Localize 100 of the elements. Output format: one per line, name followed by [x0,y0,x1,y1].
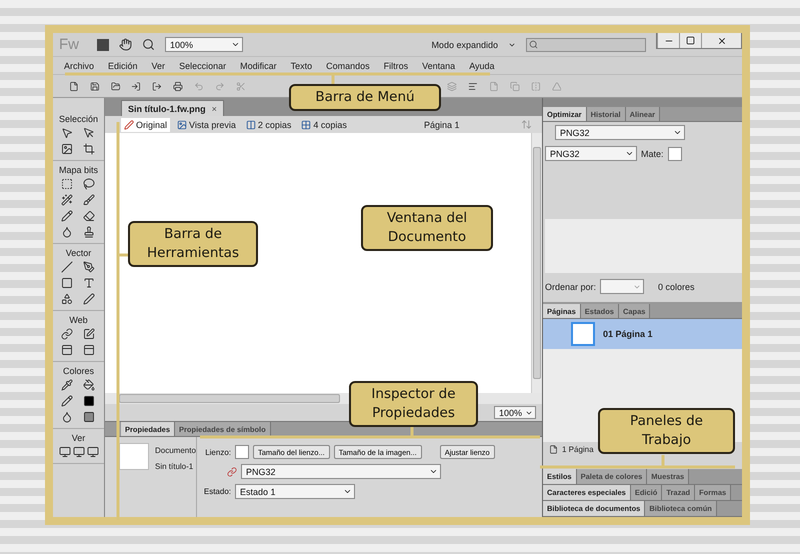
menu-item[interactable]: Modificar [233,60,284,70]
close-tab-button[interactable]: × [212,104,217,114]
caret-icon[interactable] [231,40,240,49]
page-icon[interactable] [549,444,558,454]
knife-icon[interactable] [82,293,94,305]
workspace-switcher[interactable]: Modo expandido [431,40,498,50]
folder-icon[interactable] [110,80,120,92]
search-field[interactable] [526,38,646,52]
import-icon[interactable] [131,80,142,92]
document-tab[interactable]: Sin título-1.fw.png × [121,100,224,116]
stroke-color-icon[interactable] [82,395,94,407]
page-row[interactable]: 01 Página 1 [543,319,742,349]
search-icon[interactable] [529,40,538,49]
format-dropdown[interactable]: PNG32 [545,146,637,161]
rectangle-icon[interactable] [60,277,72,289]
shapes-icon[interactable] [60,293,72,305]
view-tab[interactable]: Vista previa [174,118,239,132]
vertical-scrollbar[interactable] [531,133,542,393]
pencil-icon[interactable] [60,210,72,222]
caret-icon[interactable] [673,128,682,137]
zoom-dropdown[interactable]: 100% [494,406,536,419]
caret-icon[interactable] [625,149,634,158]
menu-item[interactable]: Comandos [319,60,377,70]
marquee-icon[interactable] [60,178,72,190]
menu-item[interactable]: Edición [101,60,145,70]
fill-color-icon[interactable] [82,411,94,423]
slice-icon[interactable] [82,328,94,340]
page-name: 01 Página 1 [603,329,653,339]
tool-group-title: Colores [62,366,94,376]
full-screen-icon[interactable] [72,446,84,458]
zoom-icon[interactable] [142,38,155,51]
tool-group-title: Mapa bits [58,165,98,175]
menu-item[interactable]: Ayuda [462,60,502,70]
subselect-icon[interactable] [82,127,94,139]
align-icon[interactable] [468,80,478,92]
menu-item[interactable]: Texto [284,60,320,70]
image-icon[interactable] [60,143,72,155]
magic-wand-icon[interactable] [60,194,72,206]
hand-icon[interactable] [119,38,132,51]
brush-icon[interactable] [82,194,94,206]
save-icon[interactable] [90,80,100,92]
zoom-dropdown[interactable]: 100% [165,37,243,52]
hotspot-icon[interactable] [60,328,72,340]
color-count: 0 colores [658,282,695,292]
menu-item[interactable]: Ver [144,60,172,70]
fill-icon[interactable] [60,411,72,423]
view-tab[interactable]: 2 copias [242,118,294,132]
stamp-icon[interactable] [82,226,94,238]
blur-icon[interactable] [60,226,72,238]
menu-item[interactable]: Seleccionar [172,60,234,70]
pen-icon[interactable] [82,261,94,273]
menu-item[interactable]: Filtros [376,60,416,70]
line-icon[interactable] [60,261,72,273]
object-type: Documento [155,446,196,455]
print-icon[interactable] [173,80,183,92]
state-dropdown[interactable]: Estado 1 [235,484,355,499]
format-dropdown[interactable]: PNG32 [241,464,441,479]
caret-icon[interactable] [429,467,438,476]
stroke-icon[interactable] [60,395,72,407]
app-logo: Fw [59,36,80,53]
standard-view-icon[interactable] [58,446,70,458]
eraser-icon[interactable] [82,210,94,222]
menu-item[interactable]: Archivo [57,60,102,70]
menu-item[interactable]: Ventana [415,60,462,70]
page-count: 1 Página [562,444,594,454]
caret-icon[interactable] [343,487,352,496]
view-tab[interactable]: Original [121,118,170,132]
view-tab[interactable]: 4 copias [298,118,350,132]
lasso-icon[interactable] [82,178,94,190]
link-icon[interactable] [227,466,237,476]
tool-group-title: Web [69,315,88,325]
matte-swatch[interactable] [668,146,682,160]
bridge-icon[interactable] [97,38,109,50]
hide-slices-icon[interactable] [82,344,94,356]
export-icon[interactable] [152,80,162,92]
callout-label: Barra de Herramientas [128,221,258,267]
document-thumbnail [119,443,149,470]
sort-dropdown[interactable] [600,279,644,294]
field-label: Estado: [202,487,231,496]
full-screen-menu-icon[interactable] [86,446,98,458]
text-icon[interactable] [82,277,94,289]
show-slices-icon[interactable] [60,344,72,356]
tool-group-title: Selección [58,114,98,124]
eyedropper-icon[interactable] [60,379,72,391]
tool-group-title: Vector [66,248,92,258]
canvas-color-swatch[interactable] [235,445,249,459]
four-panes-icon[interactable] [301,120,312,130]
page-selector[interactable]: Página 1 [424,120,460,130]
object-name: Sin título-1 [155,462,194,471]
two-panes-icon[interactable] [246,120,256,130]
image-icon[interactable] [177,120,188,130]
callout-label: Paneles de Trabajo [598,408,735,454]
new-file-icon[interactable] [69,80,79,92]
maximize-icon[interactable] [686,36,695,45]
paint-bucket-icon[interactable] [82,379,94,391]
pencil-icon[interactable] [124,120,134,130]
close-icon[interactable] [716,36,726,46]
preset-dropdown[interactable]: PNG32 [555,125,685,140]
pointer-icon[interactable] [60,127,72,139]
crop-icon[interactable] [82,143,94,155]
